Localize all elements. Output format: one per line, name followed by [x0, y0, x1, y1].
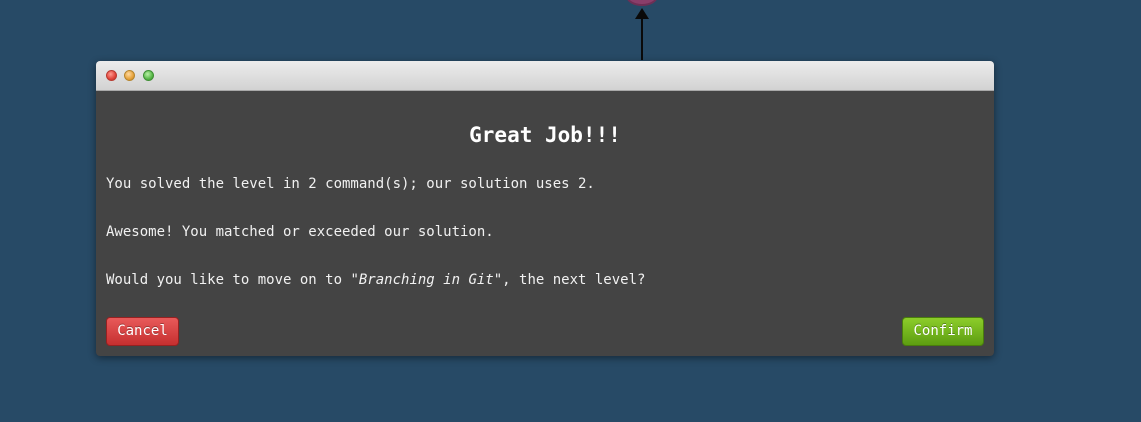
minimize-dot-icon[interactable] — [124, 70, 135, 81]
prompt-prefix: Would you like to move on to — [106, 272, 351, 288]
prompt-suffix: , the next level? — [502, 272, 646, 288]
solved-message: You solved the level in 2 command(s); ou… — [106, 176, 595, 192]
next-level-name: "Branching in Git" — [350, 272, 503, 288]
dialog-window: Great Job!!! You solved the level in 2 c… — [96, 61, 994, 356]
close-dot-icon[interactable] — [106, 70, 117, 81]
commit-node[interactable] — [626, 0, 658, 6]
dialog-content: Great Job!!! You solved the level in 2 c… — [96, 122, 994, 346]
maximize-dot-icon[interactable] — [143, 70, 154, 81]
dialog-heading: Great Job!!! — [469, 123, 621, 147]
cancel-button[interactable]: Cancel — [106, 317, 179, 346]
confirm-button[interactable]: Confirm — [902, 317, 984, 346]
window-titlebar[interactable] — [96, 61, 994, 91]
edge-line — [641, 16, 643, 60]
result-message: Awesome! You matched or exceeded our sol… — [106, 224, 494, 240]
edge-arrow-icon — [635, 8, 649, 19]
next-level-prompt: Would you like to move on to "Branching … — [106, 271, 645, 289]
